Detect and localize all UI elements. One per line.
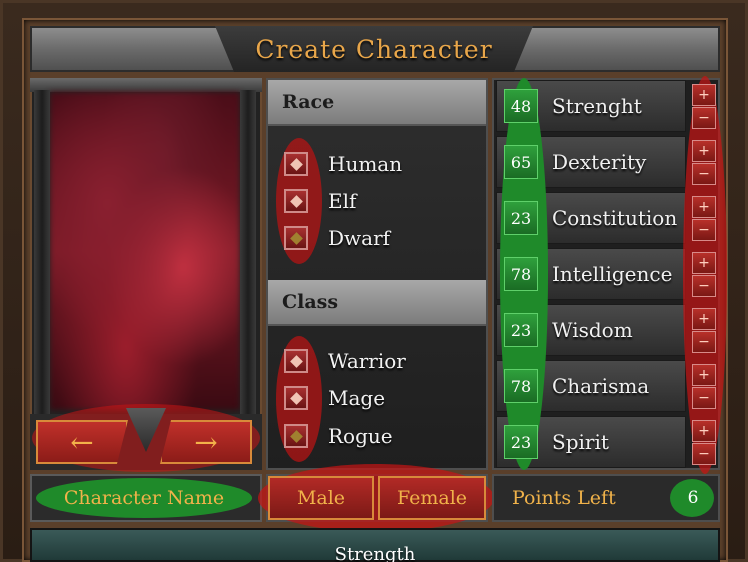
stat-value-spirit: 23 (504, 425, 538, 459)
radio-box (284, 349, 308, 373)
decrease-charisma-button[interactable]: − (692, 387, 716, 409)
character-name-field[interactable]: Character Name (36, 478, 252, 518)
diamond-icon (289, 354, 303, 368)
decrease-strenght-button[interactable]: − (692, 107, 716, 129)
class-header: Class (268, 280, 486, 326)
stat-value-charisma: 78 (504, 369, 538, 403)
race-option-label: Human (328, 152, 403, 176)
character-name-value: Character Name (63, 487, 225, 509)
radio-box (284, 386, 308, 410)
character-portrait (50, 92, 240, 410)
decrease-constitution-button[interactable]: − (692, 219, 716, 241)
stat-name-constitution: Constitution (552, 206, 678, 230)
increase-charisma-button[interactable]: + (692, 364, 716, 386)
stat-value-wisdom: 23 (504, 313, 538, 347)
male-button[interactable]: Male (268, 476, 374, 520)
left-arrow-icon: ← (70, 425, 94, 459)
race-option-dwarf[interactable]: Dwarf (284, 222, 390, 254)
female-button[interactable]: Female (378, 476, 486, 520)
stat-name-spirit: Spirit (552, 430, 609, 454)
race-header-label: Race (282, 91, 335, 113)
radio-box (284, 189, 308, 213)
class-header-label: Class (282, 291, 339, 313)
stat-value-strenght: 48 (504, 89, 538, 123)
increase-spirit-button[interactable]: + (692, 420, 716, 442)
class-option-warrior[interactable]: Warrior (284, 345, 406, 377)
diamond-icon (289, 194, 303, 208)
female-button-label: Female (396, 487, 468, 509)
pillar-left (34, 90, 50, 414)
stat-name-dexterity: Dexterity (552, 150, 647, 174)
male-button-label: Male (296, 487, 346, 509)
stat-name-strenght: Strenght (552, 94, 642, 118)
increase-intelligence-button[interactable]: + (692, 252, 716, 274)
radio-box (284, 152, 308, 176)
class-option-label: Warrior (328, 349, 406, 373)
page-title: Create Character (255, 34, 493, 64)
radio-box (284, 226, 308, 250)
pillar-right (240, 90, 256, 414)
decrease-dexterity-button[interactable]: − (692, 163, 716, 185)
decrease-wisdom-button[interactable]: − (692, 331, 716, 353)
increase-constitution-button[interactable]: + (692, 196, 716, 218)
radio-box (284, 424, 308, 448)
increase-dexterity-button[interactable]: + (692, 140, 716, 162)
stat-name-wisdom: Wisdom (552, 318, 633, 342)
diamond-icon (289, 429, 303, 443)
stat-value-constitution: 23 (504, 201, 538, 235)
title-plate: Create Character (215, 26, 533, 72)
class-option-mage[interactable]: Mage (284, 382, 385, 414)
increase-wisdom-button[interactable]: + (692, 308, 716, 330)
stat-value-dexterity: 65 (504, 145, 538, 179)
race-option-label: Dwarf (328, 226, 391, 250)
stat-name-intelligence: Intelligence (552, 262, 673, 286)
portrait-lintel (30, 78, 262, 92)
class-option-label: Rogue (328, 424, 393, 448)
class-option-rogue[interactable]: Rogue (284, 420, 393, 452)
points-left-value: 6 (687, 488, 699, 508)
previous-portrait-button[interactable]: ← (36, 420, 128, 464)
right-arrow-icon: → (194, 425, 218, 459)
description-title: Strength (334, 544, 416, 562)
stat-name-charisma: Charisma (552, 374, 650, 398)
race-option-human[interactable]: Human (284, 148, 402, 180)
race-option-label: Elf (328, 189, 357, 213)
race-header: Race (268, 80, 486, 126)
diamond-icon (289, 391, 303, 405)
decrease-intelligence-button[interactable]: − (692, 275, 716, 297)
increase-strenght-button[interactable]: + (692, 84, 716, 106)
points-left-label: Points Left (512, 487, 616, 509)
decrease-spirit-button[interactable]: − (692, 443, 716, 465)
diamond-icon (289, 231, 303, 245)
next-portrait-button[interactable]: → (160, 420, 252, 464)
diamond-icon (289, 157, 303, 171)
race-option-elf[interactable]: Elf (284, 185, 356, 217)
class-option-label: Mage (328, 386, 386, 410)
stat-value-intelligence: 78 (504, 257, 538, 291)
